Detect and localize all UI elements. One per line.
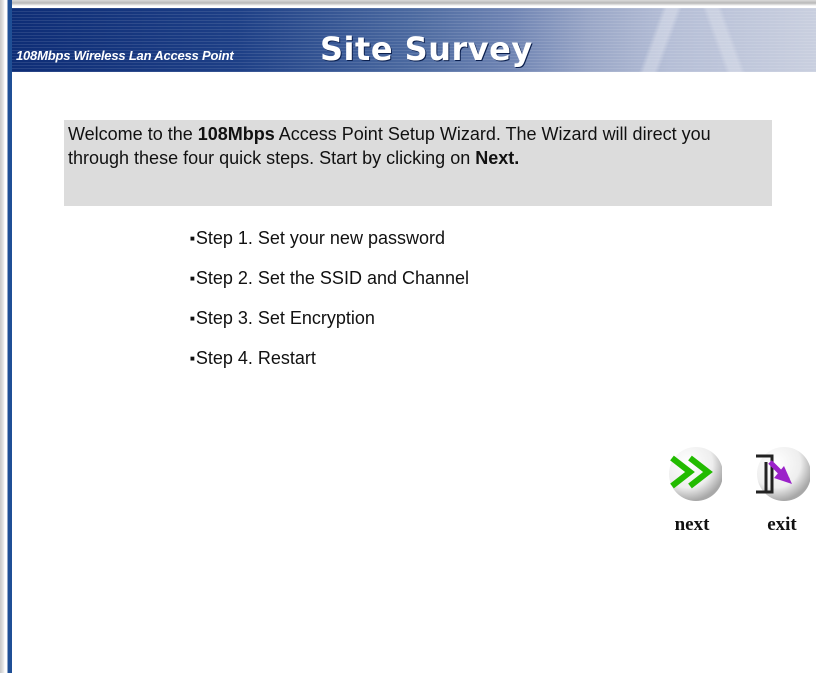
bullet-icon: ■: [190, 234, 195, 243]
welcome-text-1: Welcome to the: [68, 124, 198, 144]
welcome-bold-speed: 108Mbps: [197, 124, 275, 144]
step-item: ■Step 4. Restart: [190, 346, 469, 386]
next-button[interactable]: next: [662, 440, 722, 536]
step-label: Step 1. Set your new password: [195, 228, 445, 248]
exit-label: exit: [767, 514, 797, 535]
welcome-bold-next: Next.: [475, 148, 520, 168]
banner-decoration: [586, 8, 816, 72]
step-label: Step 3. Set Encryption: [195, 308, 375, 328]
banner-subtitle: 108Mbps Wireless Lan Access Point: [16, 48, 234, 63]
header-banner: 108Mbps Wireless Lan Access Point Site S…: [12, 8, 816, 72]
bullet-icon: ■: [190, 314, 195, 323]
step-label: Step 2. Set the SSID and Channel: [195, 268, 470, 288]
step-item: ■Step 1. Set your new password: [190, 226, 469, 266]
window-left-border: [0, 0, 12, 673]
exit-arrow-icon: [756, 447, 810, 501]
exit-button[interactable]: exit: [750, 440, 810, 536]
bullet-icon: ■: [190, 274, 195, 283]
page-title: Site Survey: [320, 30, 533, 68]
step-item: ■Step 2. Set the SSID and Channel: [190, 266, 469, 306]
step-item: ■Step 3. Set Encryption: [190, 306, 469, 346]
next-label: next: [674, 514, 710, 535]
window-top-border: [12, 0, 816, 6]
step-label: Step 4. Restart: [195, 348, 316, 368]
bullet-icon: ■: [190, 354, 195, 363]
steps-list: ■Step 1. Set your new password ■Step 2. …: [190, 226, 469, 386]
next-arrows-icon: [669, 447, 722, 501]
welcome-message: Welcome to the 108Mbps Access Point Setu…: [64, 120, 772, 206]
